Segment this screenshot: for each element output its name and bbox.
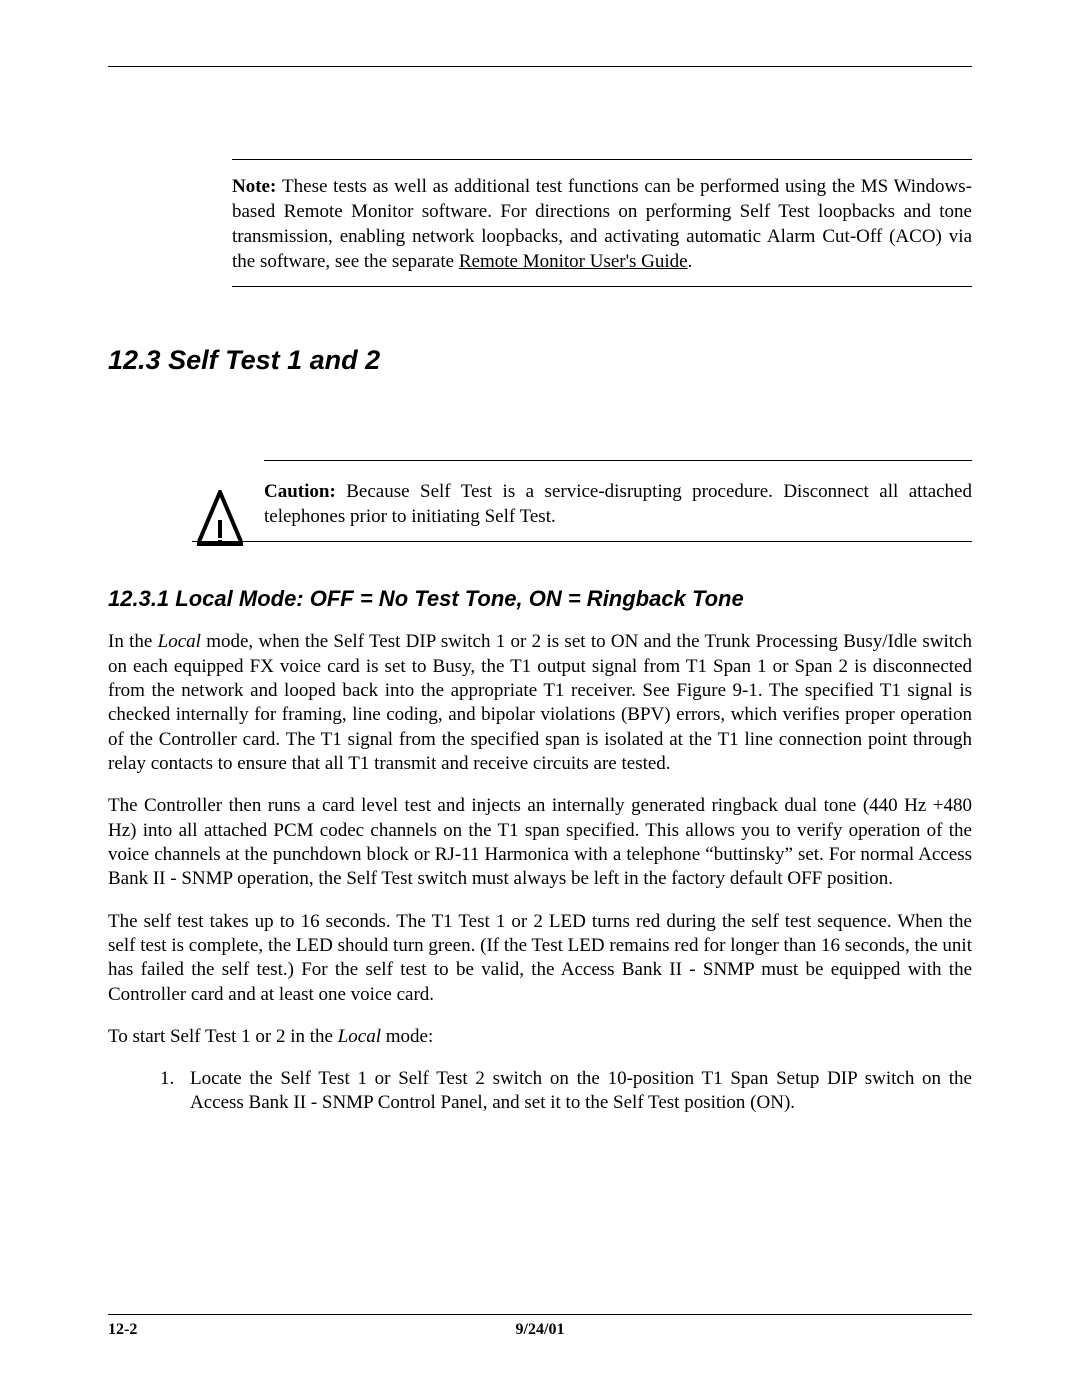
section-heading: 12.3 Self Test 1 and 2: [108, 345, 972, 376]
ordered-steps: 1. Locate the Self Test 1 or Self Test 2…: [160, 1067, 972, 1116]
list-item: 1. Locate the Self Test 1 or Self Test 2…: [160, 1067, 972, 1116]
footer-page-number: 12-2: [108, 1321, 396, 1339]
caution-top-rule: [264, 460, 972, 461]
list-text: Locate the Self Test 1 or Self Test 2 sw…: [190, 1067, 972, 1116]
caution-block: Caution: Because Self Test is a service-…: [192, 460, 972, 542]
subsection-number: 12.3.1: [108, 586, 169, 611]
top-page-rule: [108, 66, 972, 67]
caution-body: Because Self Test is a service-disruptin…: [264, 481, 972, 527]
warning-triangle-icon: [192, 490, 248, 551]
p4-italic: Local: [338, 1026, 381, 1047]
page: Note: These tests as well as additional …: [0, 0, 1080, 1397]
note-body-after: .: [688, 251, 693, 272]
caution-bottom-rule: [192, 541, 972, 542]
paragraph-2: The Controller then runs a card level te…: [108, 794, 972, 891]
p1-before: In the: [108, 631, 158, 652]
note-bottom-rule: [232, 286, 972, 287]
paragraph-3: The self test takes up to 16 seconds. Th…: [108, 910, 972, 1007]
section-title-text: Self Test 1 and 2: [168, 345, 380, 375]
paragraph-4: To start Self Test 1 or 2 in the Local m…: [108, 1025, 972, 1049]
p1-italic: Local: [158, 631, 201, 652]
footer-rule: [108, 1314, 972, 1315]
p4-after: mode:: [381, 1026, 433, 1047]
footer-date: 9/24/01: [396, 1321, 684, 1339]
section-number: 12.3: [108, 345, 161, 375]
note-link[interactable]: Remote Monitor User's Guide: [459, 251, 688, 272]
page-footer: 12-2 9/24/01: [108, 1314, 972, 1339]
note-text: Note: These tests as well as additional …: [232, 174, 972, 274]
caution-text: Caution: Because Self Test is a service-…: [264, 479, 972, 529]
subsection-title-text: Local Mode: OFF = No Test Tone, ON = Rin…: [175, 586, 743, 611]
footer-right-spacer: [684, 1321, 972, 1339]
note-label: Note:: [232, 176, 276, 197]
note-block: Note: These tests as well as additional …: [232, 159, 972, 287]
p1-after: mode, when the Self Test DIP switch 1 or…: [108, 631, 972, 774]
paragraph-1: In the Local mode, when the Self Test DI…: [108, 630, 972, 776]
caution-label: Caution:: [264, 481, 336, 502]
note-top-rule: [232, 159, 972, 160]
list-number: 1.: [160, 1067, 190, 1116]
p4-before: To start Self Test 1 or 2 in the: [108, 1026, 338, 1047]
subsection-heading: 12.3.1 Local Mode: OFF = No Test Tone, O…: [108, 586, 972, 612]
